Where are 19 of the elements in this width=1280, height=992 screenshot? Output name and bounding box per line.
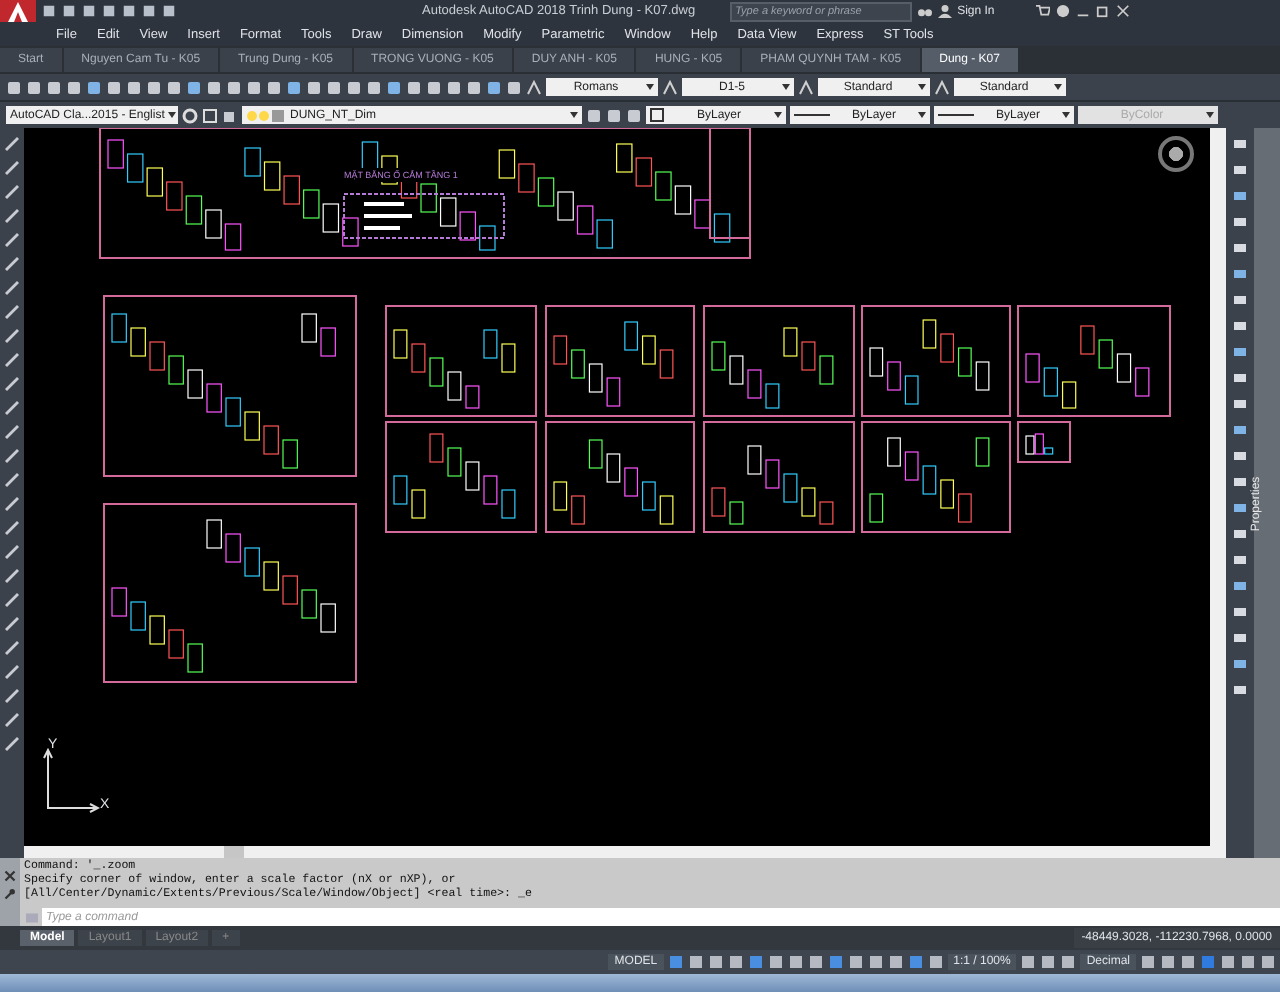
viewcube-icon[interactable] xyxy=(1158,136,1194,172)
application-menu-button[interactable] xyxy=(0,0,36,22)
vertical-scrollbar[interactable] xyxy=(1210,128,1226,858)
horizontal-scrollbar[interactable] xyxy=(24,846,1210,858)
cart-icon[interactable] xyxy=(1036,4,1051,18)
style-icon[interactable] xyxy=(526,79,542,95)
layer-properties-icon[interactable] xyxy=(222,107,238,123)
user-icon xyxy=(937,4,952,18)
prompt-icon xyxy=(26,911,38,923)
help-icon[interactable] xyxy=(1056,4,1071,18)
style-icon[interactable] xyxy=(934,79,950,95)
close-icon[interactable] xyxy=(4,870,16,882)
style-icon[interactable] xyxy=(798,79,814,95)
style-icon[interactable] xyxy=(662,79,678,95)
wrench-icon[interactable] xyxy=(4,888,16,900)
binoculars-icon[interactable] xyxy=(917,4,932,18)
settings-icon[interactable] xyxy=(182,107,198,123)
restore-icon[interactable] xyxy=(1096,4,1111,18)
ucs-axis-icon xyxy=(40,744,100,816)
